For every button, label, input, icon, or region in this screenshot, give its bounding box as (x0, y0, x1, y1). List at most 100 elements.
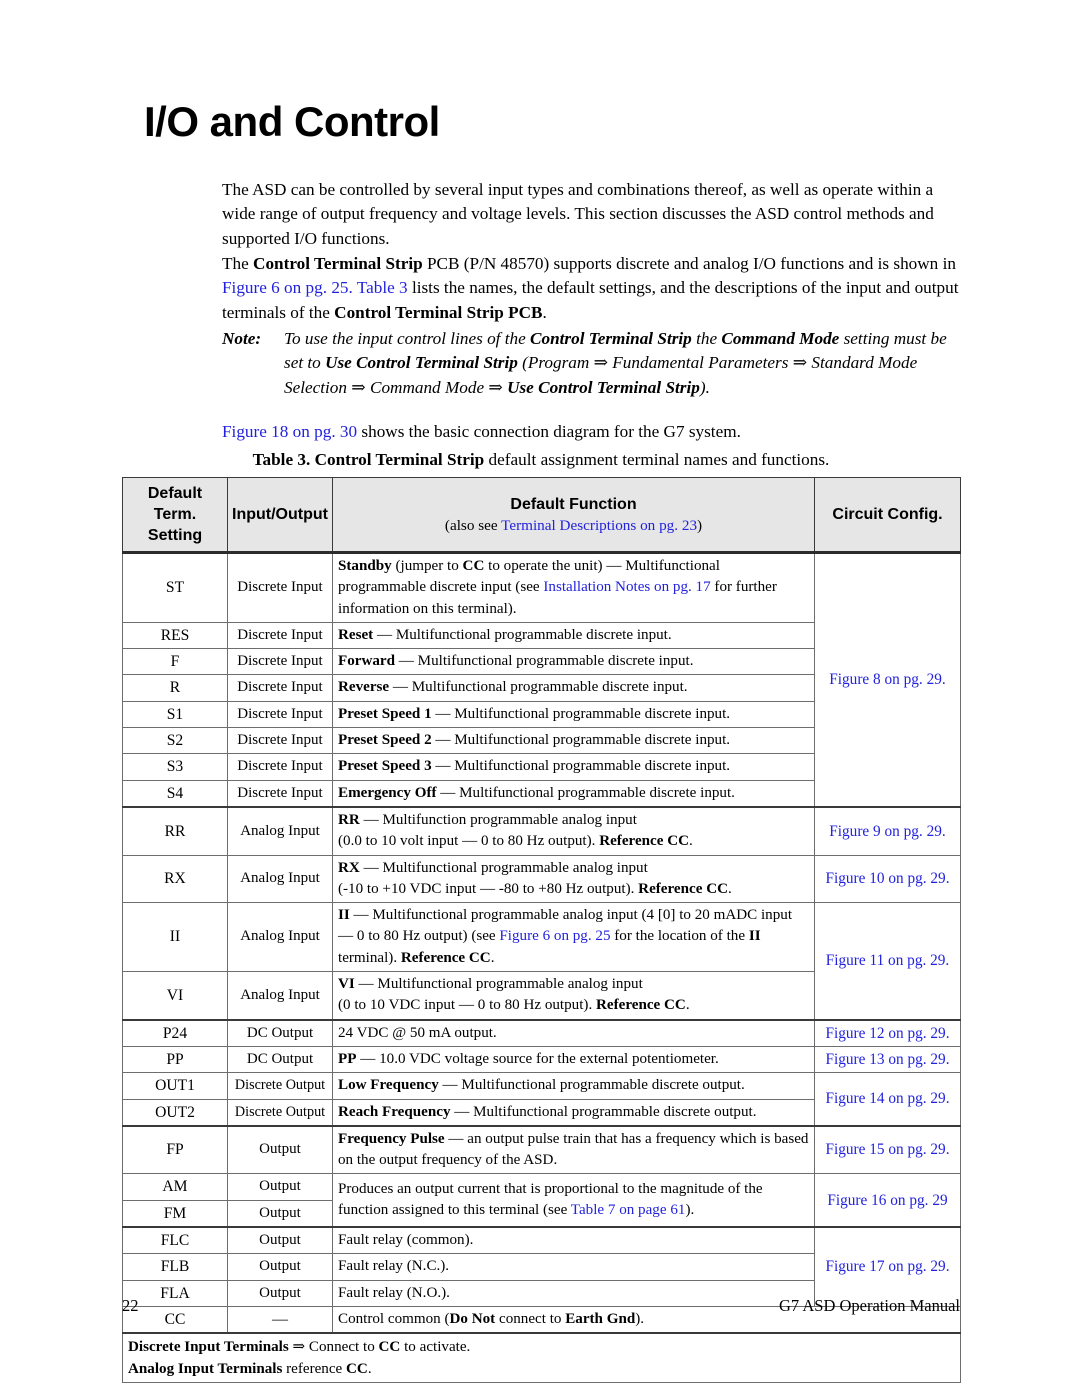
text-segment: ). (699, 377, 710, 397)
page-title: I/O and Control (144, 98, 440, 145)
column-header-circuit-config: Circuit Config. (814, 477, 961, 554)
cell-term: FLB (122, 1253, 228, 1281)
table-footnote-row: Discrete Input Terminals ⇒ Connect to CC… (122, 1332, 961, 1384)
text-bold-command-mode: Command Mode (721, 329, 840, 348)
text-segment: . (367, 1361, 372, 1378)
text-bold: Emergency Off (338, 784, 437, 801)
cell-function: Reset — Multifunctional programmable dis… (332, 621, 815, 650)
cell-circuit-config[interactable]: Figure 11 on pg. 29. (814, 902, 961, 1021)
cell-circuit-config[interactable]: Figure 12 on pg. 29. (814, 1018, 961, 1047)
text-bold-cc: CC (346, 1361, 368, 1378)
footnote-line-1: Discrete Input Terminals ⇒ Connect to CC… (128, 1336, 955, 1358)
cell-circuit-config[interactable]: Figure 17 on pg. 29. (814, 1226, 961, 1307)
table-row: RR Analog Input RR — Multifunction progr… (122, 805, 961, 856)
text-segment: . (542, 302, 547, 322)
text-segment: — Multifunctional programmable discrete … (450, 1103, 757, 1120)
cell-term: RX (122, 854, 228, 904)
cell-term: OUT1 (122, 1072, 228, 1100)
text-segment: — Multifunctional programmable discrete … (436, 784, 735, 801)
text-bold: Forward (338, 653, 396, 670)
text-bold-use-control-terminal-strip: Use Control Terminal Strip (325, 353, 518, 373)
text-bold-do-not: Do Not (449, 1310, 496, 1327)
cell-footnotes: Discrete Input Terminals ⇒ Connect to CC… (122, 1332, 961, 1384)
cell-function: PP — 10.0 VDC voltage source for the ext… (332, 1045, 815, 1074)
text-segment: — Multifunction programmable analog inpu… (359, 811, 637, 828)
text-segment: for the location of the (610, 928, 749, 945)
link-installation-notes-pg-17[interactable]: Installation Notes on pg. 17 (543, 579, 710, 595)
table-caption-prefix: Table 3. (252, 450, 315, 469)
table-row: FLC Output Fault relay (common). Figure … (122, 1226, 961, 1307)
cell-circuit-config[interactable]: Figure 10 on pg. 29. (814, 854, 961, 904)
footer-page-number: 22 (122, 1296, 139, 1315)
paragraph-figure-18: Figure 18 on pg. 30 shows the basic conn… (222, 420, 964, 444)
cell-io: Discrete Input (227, 674, 333, 702)
cell-circuit-config[interactable]: Figure 16 on pg. 29 (814, 1173, 961, 1228)
text-bold: Preset Speed 1 (338, 705, 432, 722)
text-segment: (also see (444, 516, 502, 534)
cell-function: RX — Multifunctional programmable analog… (332, 854, 815, 904)
cell-io: DC Output (227, 1018, 333, 1047)
text-segment: — Multifunctional programmable discrete … (431, 758, 731, 775)
cell-function: 24 VDC @ 50 mA output. (332, 1018, 815, 1047)
text-segment: reference (282, 1361, 347, 1378)
text-segment: ). (635, 1310, 645, 1327)
header-label: Circuit Config. (832, 506, 943, 523)
header-label: Input/Output (232, 506, 328, 523)
cell-function: VI — Multifunctional programmable analog… (332, 971, 815, 1021)
cell-term: II (122, 902, 228, 973)
cell-function: RR — Multifunction programmable analog i… (332, 805, 815, 856)
paragraph-control-terminal-strip: The Control Terminal Strip PCB (P/N 4857… (222, 252, 964, 325)
table-row: RX Analog Input RX — Multifunctional pro… (122, 854, 961, 904)
text-bold: Frequency Pulse (338, 1130, 445, 1147)
cell-io: Discrete Input (227, 753, 333, 781)
cell-term: S3 (122, 753, 228, 781)
header-line-2: Term. (153, 506, 197, 523)
cell-term: R (122, 674, 228, 702)
link-figure-18-pg-30[interactable]: Figure 18 on pg. 30 (222, 422, 357, 441)
cell-circuit-config[interactable]: Figure 13 on pg. 29. (814, 1045, 961, 1074)
cell-function: Reverse — Multifunctional programmable d… (332, 674, 815, 702)
link-terminal-descriptions-pg-23[interactable]: Terminal Descriptions on pg. 23 (501, 517, 697, 534)
cell-io: DC Output (227, 1045, 333, 1074)
text-bold: Analog Input Terminals (128, 1361, 283, 1378)
document-page: I/O and Control The ASD can be controlle… (0, 0, 1080, 1397)
cell-io: Output (227, 1226, 333, 1255)
text-bold: PP (338, 1050, 357, 1067)
text-segment: — Multifunctional programmable analog in… (359, 859, 648, 876)
text-segment: Produces an output current that is propo… (338, 1180, 763, 1219)
cell-io: Discrete Output (227, 1072, 333, 1100)
cell-function: Frequency Pulse — an output pulse train … (332, 1124, 815, 1175)
cell-io: Output (227, 1124, 333, 1175)
text-bold-ii: II (748, 928, 761, 945)
cell-term: S4 (122, 779, 228, 808)
cell-term: PP (122, 1045, 228, 1074)
table-row: II Analog Input II — Multifunctional pro… (122, 902, 961, 1021)
text-segment: (-10 to +10 VDC input — -80 to +80 Hz ou… (338, 880, 639, 897)
cell-term: RES (122, 621, 228, 650)
cell-term: OUT2 (122, 1098, 228, 1127)
cell-io: Output (227, 1279, 333, 1307)
note-row: Note: To use the input control lines of … (222, 327, 964, 400)
cell-term: VI (122, 971, 228, 1021)
link-table-3[interactable]: Table 3 (357, 278, 408, 297)
cell-circuit-config[interactable]: Figure 14 on pg. 29. (814, 1072, 961, 1127)
cell-circuit-config[interactable]: Figure 8 on pg. 29. (814, 551, 961, 808)
cell-function: Fault relay (N.C.). (332, 1253, 815, 1281)
cell-function: II — Multifunctional programmable analog… (332, 902, 815, 973)
text-bold: VI (338, 976, 355, 993)
cell-circuit-config[interactable]: Figure 9 on pg. 29. (814, 805, 961, 856)
text-bold-cc: CC (462, 558, 485, 574)
link-table-7-page-61[interactable]: Table 7 on page 61 (571, 1202, 686, 1218)
link-figure-6-pg-25[interactable]: Figure 6 on pg. 25 (499, 928, 610, 944)
text-segment: — Multifunctional programmable discrete … (395, 653, 694, 670)
text-segment: PCB (P/N 48570) supports discrete and an… (422, 254, 956, 273)
cell-term: P24 (122, 1018, 228, 1047)
link-figure-6-pg-25[interactable]: Figure 6 on pg. 25. (222, 278, 353, 297)
table-row: PP DC Output PP — 10.0 VDC voltage sourc… (122, 1045, 961, 1074)
cell-term: S2 (122, 727, 228, 755)
cell-io: Analog Input (227, 902, 333, 973)
text-segment: the (691, 329, 722, 348)
cell-circuit-config[interactable]: Figure 15 on pg. 29. (814, 1124, 961, 1175)
text-bold-cc: CC (378, 1339, 401, 1356)
cell-term: FP (122, 1124, 228, 1175)
